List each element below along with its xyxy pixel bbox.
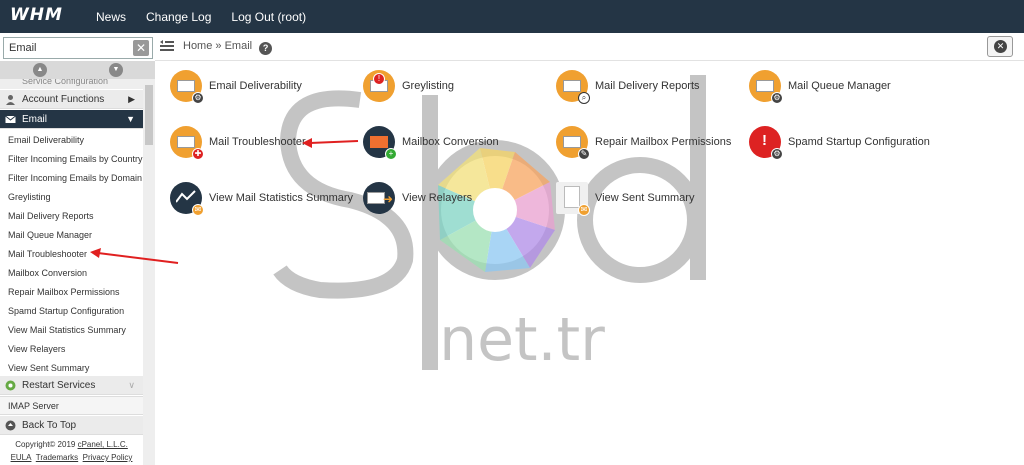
email-deliverability-icon: ⚙ xyxy=(170,70,204,104)
tile-view-mail-statistics-summary[interactable]: ✉ View Mail Statistics Summary xyxy=(155,173,353,216)
menu-toggle-icon[interactable] xyxy=(160,40,174,52)
view-mail-statistics-summary-icon: ✉ xyxy=(170,182,204,216)
tile-mailbox-conversion[interactable]: + Mailbox Conversion xyxy=(348,117,533,160)
sidebar: ✕ ▲ ▼ Service Configuration Account Func… xyxy=(0,33,155,465)
tile-mail-troubleshooter[interactable]: ✚ Mail Troubleshooter xyxy=(155,117,340,160)
chevron-down-icon: ▼ xyxy=(126,114,135,124)
tile-label: Mail Troubleshooter xyxy=(209,136,306,148)
top-bar: WHM News Change Log Log Out (root) xyxy=(0,0,1024,33)
sidebar-scroll-buttons: ▲ ▼ xyxy=(0,61,155,79)
sidebar-item-view-relayers[interactable]: View Relayers xyxy=(0,340,143,359)
tile-greylisting[interactable]: ! Greylisting xyxy=(348,61,533,102)
close-icon: ✕ xyxy=(994,40,1007,53)
tile-mail-queue-manager[interactable]: ⚙ Mail Queue Manager xyxy=(734,61,919,104)
mailbox-conversion-icon: + xyxy=(363,126,397,160)
tile-label: View Sent Summary xyxy=(595,192,695,204)
spamd-startup-configuration-icon: ! ⚙ xyxy=(749,126,783,160)
chevron-right-icon: ▶ xyxy=(128,94,135,104)
sidebar-item-mail-troubleshooter[interactable]: Mail Troubleshooter xyxy=(0,245,143,264)
tile-view-sent-summary[interactable]: ✉ View Sent Summary xyxy=(541,173,726,216)
envelope-icon xyxy=(5,115,16,123)
sidebar-item-filter-by-country[interactable]: Filter Incoming Emails by Country xyxy=(0,150,143,169)
mail-troubleshooter-icon: ✚ xyxy=(170,126,204,160)
sidebar-item-view-mail-statistics-summary[interactable]: View Mail Statistics Summary xyxy=(0,321,143,340)
sidebar-item-imap-server[interactable]: IMAP Server xyxy=(0,396,143,415)
tile-spamd-startup-configuration[interactable]: ! ⚙ Spamd Startup Configuration xyxy=(734,117,930,160)
tile-label: View Relayers xyxy=(402,192,473,204)
eula-link[interactable]: EULA xyxy=(11,453,32,462)
repair-mailbox-permissions-icon: ✎ xyxy=(556,126,590,160)
category-label: Account Functions xyxy=(22,94,105,105)
copyright: Copyright© 2019 cPanel, L.L.C. xyxy=(0,438,143,451)
trademarks-link[interactable]: Trademarks xyxy=(36,453,78,462)
tile-label: Repair Mailbox Permissions xyxy=(595,136,732,148)
tile-email-deliverability[interactable]: ⚙ Email Deliverability xyxy=(155,61,340,104)
category-account-functions[interactable]: Account Functions ▶ xyxy=(0,90,143,109)
view-sent-summary-icon: ✉ xyxy=(556,182,590,216)
mail-queue-manager-icon: ⚙ xyxy=(749,70,783,104)
breadcrumb: Home » Email ? xyxy=(183,40,273,55)
sidebar-item-service-configuration[interactable]: Service Configuration xyxy=(0,79,143,89)
scrollbar-thumb[interactable] xyxy=(145,85,153,145)
arrow-up-circle-icon xyxy=(5,420,16,431)
breadcrumb-home[interactable]: Home xyxy=(183,40,212,52)
sidebar-footer: Copyright© 2019 cPanel, L.L.C. EULA Trad… xyxy=(0,435,143,465)
tile-repair-mailbox-permissions[interactable]: ✎ Repair Mailbox Permissions xyxy=(541,117,731,160)
tile-label: Mail Delivery Reports xyxy=(595,80,700,92)
scroll-down-icon[interactable]: ▼ xyxy=(109,63,123,77)
sidebar-item-mailbox-conversion[interactable]: Mailbox Conversion xyxy=(0,264,143,283)
breadcrumb-bar: Home » Email ? ✕ xyxy=(155,33,1024,61)
sidebar-search: ✕ xyxy=(0,33,155,61)
search-input[interactable] xyxy=(3,37,153,59)
sidebar-item-email-deliverability[interactable]: Email Deliverability xyxy=(0,131,143,150)
back-to-top-label: Back To Top xyxy=(22,420,77,431)
breadcrumb-current: Email xyxy=(224,40,253,52)
restart-icon xyxy=(5,380,16,391)
tile-label: Spamd Startup Configuration xyxy=(788,136,930,148)
tile-label: Mail Queue Manager xyxy=(788,80,891,92)
tile-label: View Mail Statistics Summary xyxy=(209,192,354,204)
nav-news-link[interactable]: News xyxy=(96,10,126,24)
company-link[interactable]: cPanel, L.L.C. xyxy=(78,440,128,449)
tile-view-relayers[interactable]: ➜ View Relayers xyxy=(348,173,533,214)
back-to-top-button[interactable]: Back To Top xyxy=(0,416,143,435)
tile-label: Mailbox Conversion xyxy=(402,136,499,148)
sidebar-scrollbar[interactable] xyxy=(143,79,155,465)
tile-label: Greylisting xyxy=(402,80,454,92)
breadcrumb-separator: » xyxy=(215,40,222,52)
tile-mail-delivery-reports[interactable]: ⌕ Mail Delivery Reports xyxy=(541,61,726,104)
users-icon xyxy=(6,95,15,105)
chevron-down-icon: ∨ xyxy=(128,380,135,390)
close-button[interactable]: ✕ xyxy=(987,36,1013,57)
help-icon[interactable]: ? xyxy=(259,42,273,55)
copyright-text: Copyright© 2019 xyxy=(15,440,78,449)
sidebar-item-greylisting[interactable]: Greylisting xyxy=(0,188,143,207)
category-label: Restart Services xyxy=(22,380,96,391)
clear-search-button[interactable]: ✕ xyxy=(133,40,149,56)
nav-logout-link[interactable]: Log Out (root) xyxy=(231,10,306,24)
email-tools-grid: ⚙ Email Deliverability ! Greylisting ⌕ M… xyxy=(155,61,1024,465)
sidebar-item-mail-delivery-reports[interactable]: Mail Delivery Reports xyxy=(0,207,143,226)
sidebar-item-mail-queue-manager[interactable]: Mail Queue Manager xyxy=(0,226,143,245)
whm-logo[interactable]: WHM xyxy=(10,5,63,25)
sidebar-item-filter-by-domain[interactable]: Filter Incoming Emails by Domain xyxy=(0,169,143,188)
privacy-policy-link[interactable]: Privacy Policy xyxy=(83,453,133,462)
top-nav: News Change Log Log Out (root) xyxy=(96,10,326,24)
sidebar-item-repair-mailbox-permissions[interactable]: Repair Mailbox Permissions xyxy=(0,283,143,302)
view-relayers-icon: ➜ xyxy=(363,182,395,214)
greylisting-icon: ! xyxy=(363,70,395,102)
nav-change-log-link[interactable]: Change Log xyxy=(146,10,211,24)
category-email[interactable]: Email ▼ xyxy=(0,110,143,129)
scroll-up-icon[interactable]: ▲ xyxy=(33,63,47,77)
sidebar-item-spamd-startup-configuration[interactable]: Spamd Startup Configuration xyxy=(0,302,143,321)
category-label: Email xyxy=(22,114,48,125)
footer-links: EULA Trademarks Privacy Policy xyxy=(0,451,143,464)
mail-delivery-reports-icon: ⌕ xyxy=(556,70,590,104)
tile-label: Email Deliverability xyxy=(209,80,302,92)
category-restart-services[interactable]: Restart Services ∨ xyxy=(0,376,143,395)
